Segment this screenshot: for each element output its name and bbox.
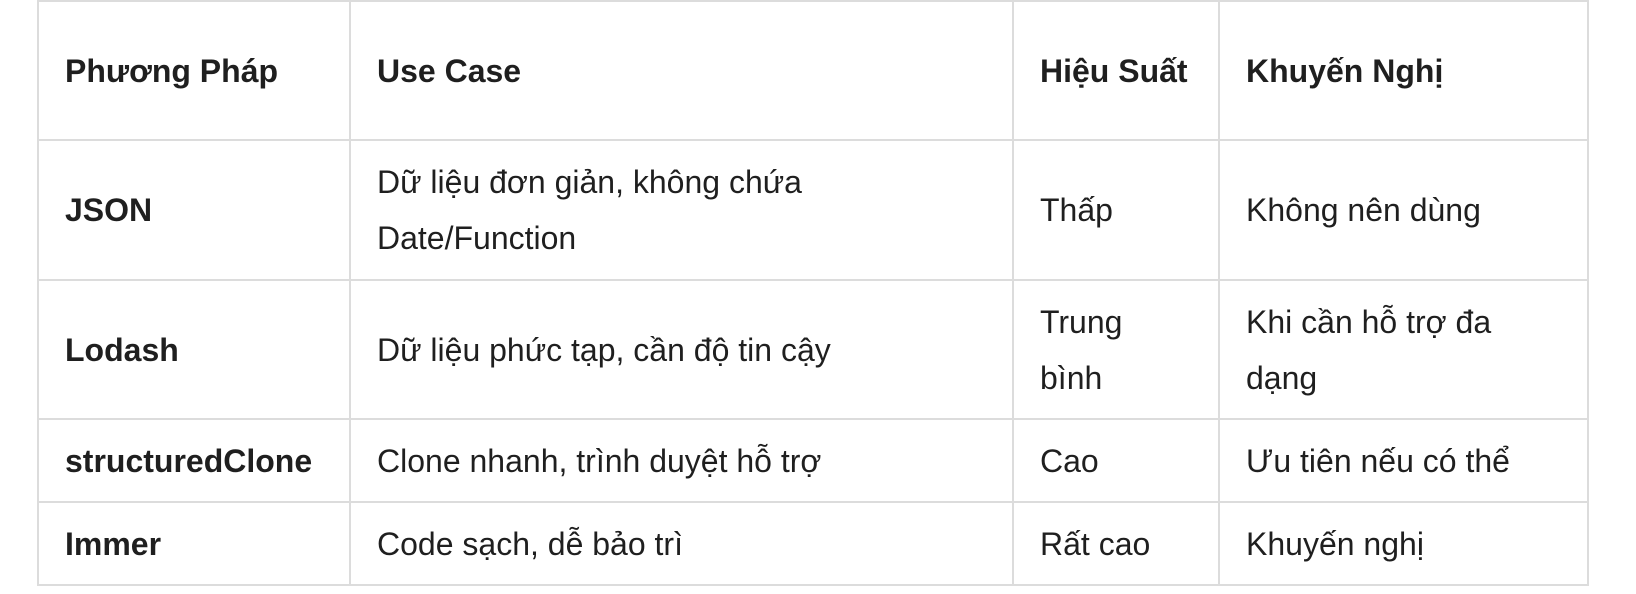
cell-use-case: Code sạch, dễ bảo trì — [349, 501, 1014, 586]
cell-performance: Cao — [1012, 418, 1220, 503]
cell-use-case: Dữ liệu phức tạp, cần độ tin cậy — [349, 279, 1014, 420]
cell-performance: Rất cao — [1012, 501, 1220, 586]
table-header: Phương Pháp Use Case Hiệu Suất Khuyến Ng… — [37, 0, 1589, 141]
table-body: JSON Dữ liệu đơn giản, không chứa Date/F… — [37, 139, 1589, 586]
header-use-case: Use Case — [349, 0, 1014, 141]
header-method: Phương Pháp — [37, 0, 351, 141]
header-performance: Hiệu Suất — [1012, 0, 1220, 141]
cell-use-case: Dữ liệu đơn giản, không chứa Date/Functi… — [349, 139, 1014, 281]
table-row: structuredClone Clone nhanh, trình duyệt… — [37, 418, 1589, 503]
cell-method: JSON — [37, 139, 351, 281]
cell-recommendation: Khi cần hỗ trợ đa dạng — [1218, 279, 1589, 420]
header-recommendation: Khuyến Nghị — [1218, 0, 1589, 141]
comparison-table: Phương Pháp Use Case Hiệu Suất Khuyến Ng… — [37, 0, 1589, 586]
cell-method: Immer — [37, 501, 351, 586]
cell-recommendation: Không nên dùng — [1218, 139, 1589, 281]
cell-use-case: Clone nhanh, trình duyệt hỗ trợ — [349, 418, 1014, 503]
cell-performance: Trung bình — [1012, 279, 1220, 420]
table-row: JSON Dữ liệu đơn giản, không chứa Date/F… — [37, 139, 1589, 281]
cell-method: structuredClone — [37, 418, 351, 503]
cell-method: Lodash — [37, 279, 351, 420]
table-row: Immer Code sạch, dễ bảo trì Rất cao Khuy… — [37, 501, 1589, 586]
table-row: Lodash Dữ liệu phức tạp, cần độ tin cậy … — [37, 279, 1589, 420]
cell-recommendation: Khuyến nghị — [1218, 501, 1589, 586]
cell-performance: Thấp — [1012, 139, 1220, 281]
header-row: Phương Pháp Use Case Hiệu Suất Khuyến Ng… — [37, 0, 1589, 141]
cell-recommendation: Ưu tiên nếu có thể — [1218, 418, 1589, 503]
